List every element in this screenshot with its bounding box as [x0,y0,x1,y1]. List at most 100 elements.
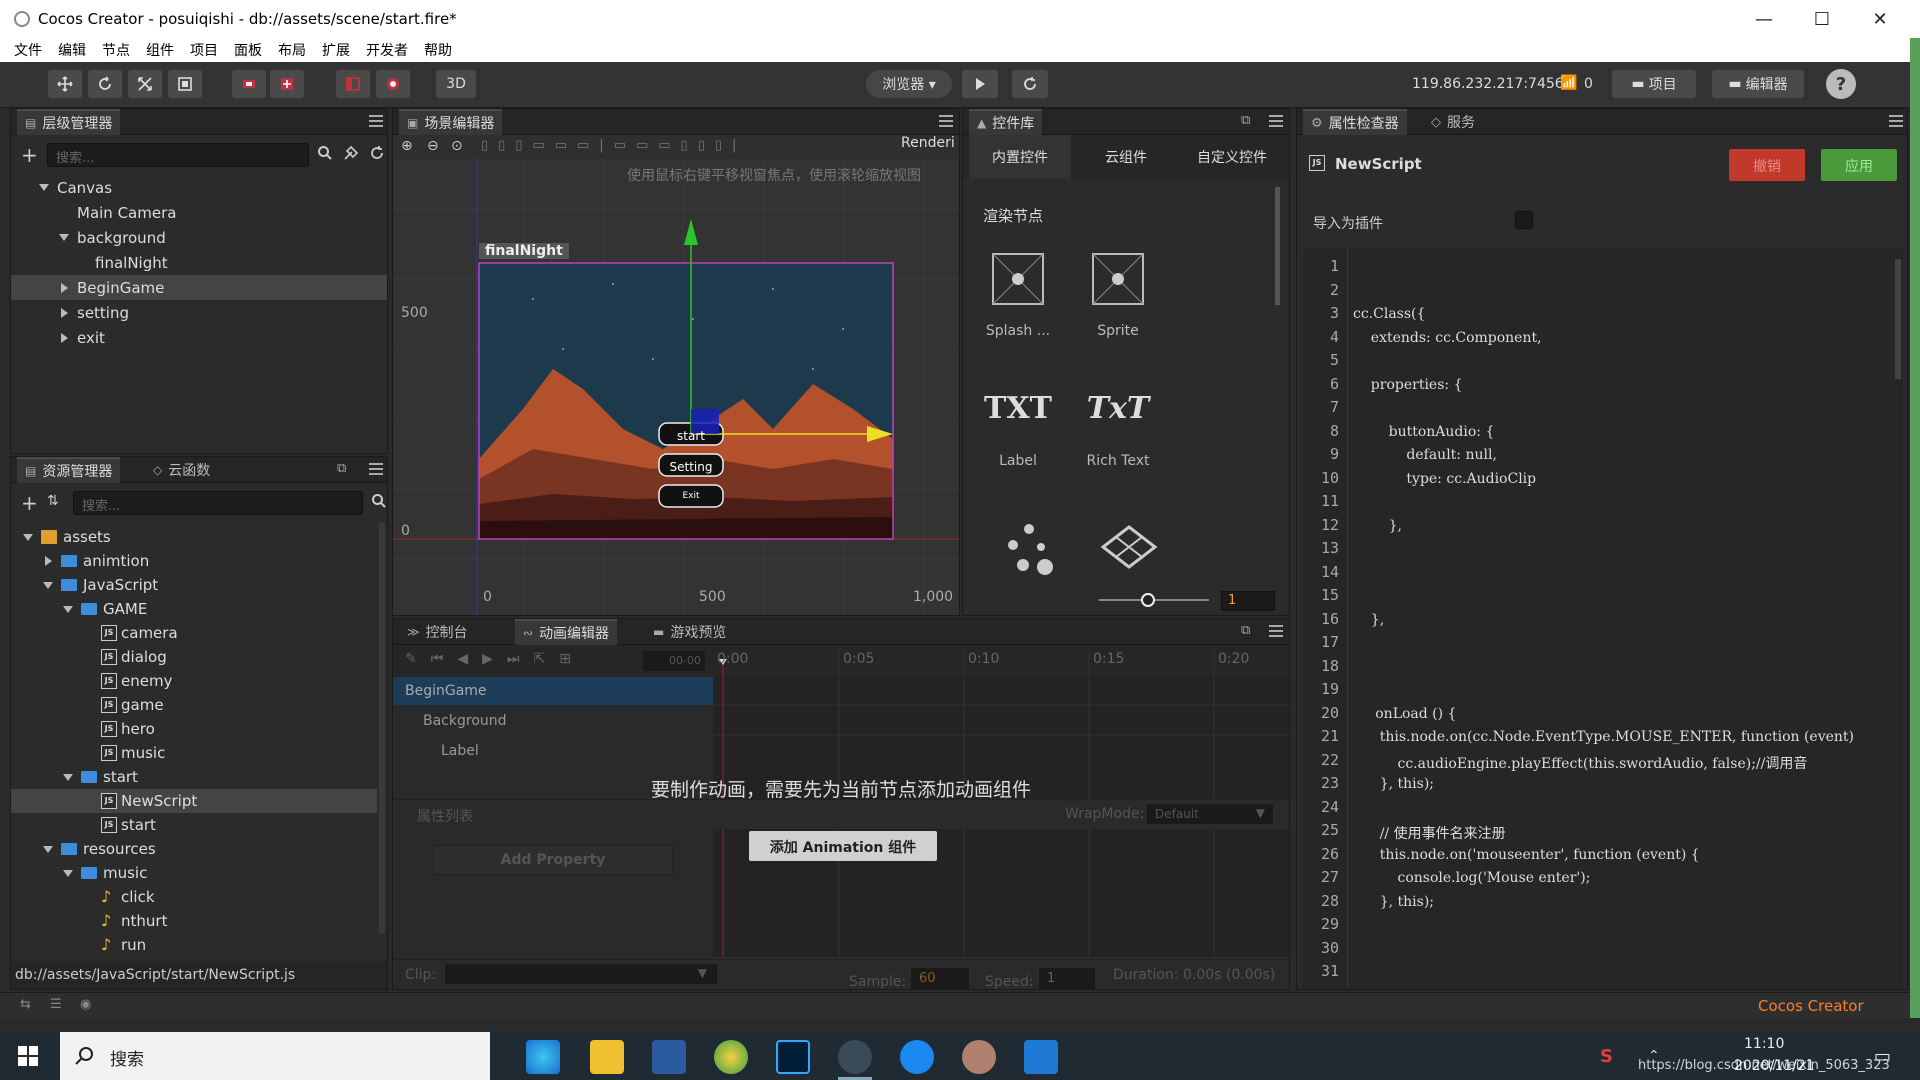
asset-item[interactable]: JS camera [11,621,377,645]
tab-hierarchy[interactable]: ▤ 层级管理器 [17,109,121,135]
menu-extension[interactable]: 扩展 [322,40,350,60]
tiledmap-icon[interactable] [1099,523,1159,573]
tab-custom[interactable]: 自定义控件 [1181,135,1283,179]
zoom-slider-thumb[interactable] [1141,593,1155,607]
expand-icon[interactable] [63,773,73,781]
sort-icon[interactable]: ⇅ [47,493,59,509]
maximize-button[interactable]: ☐ [1793,0,1851,38]
eye-icon[interactable]: ◉ [80,997,91,1012]
tab-builtin[interactable]: 内置控件 [969,135,1071,179]
add-asset-icon[interactable]: + [21,491,38,515]
tab-cloud-components[interactable]: 云组件 [1075,135,1177,179]
exit-button-preview[interactable]: Exit [659,491,723,501]
help-button[interactable]: ? [1826,69,1856,99]
asset-item[interactable]: JS hero [11,717,377,741]
tree-node-exit[interactable]: exit [11,325,387,350]
sogou-icon[interactable]: S [1600,1046,1613,1067]
menu-panel[interactable]: 面板 [234,40,262,60]
gizmo-toggle-button[interactable] [376,70,410,98]
collapsed-icon[interactable] [61,307,68,318]
open-editor-button[interactable]: ▬ 编辑器 [1712,70,1804,98]
scale-tool-button[interactable] [128,70,162,98]
time-input[interactable]: 00-00 [643,651,705,671]
revert-button[interactable]: 撤销 [1729,149,1805,181]
asset-item[interactable]: music [11,861,377,885]
asset-item[interactable]: JS music [11,741,377,765]
scene-viewport[interactable] [393,159,959,615]
snap-toggle-button[interactable] [336,70,370,98]
asset-item[interactable]: JavaScript [11,573,377,597]
collapsed-icon[interactable] [61,332,68,343]
cocos-icon[interactable] [838,1040,872,1074]
windows-start-icon[interactable] [18,1046,38,1066]
tab-inspector[interactable]: ⚙ 属性检查器 [1303,109,1407,135]
mode-3d-button[interactable]: 3D [436,70,476,98]
zoom-out-icon[interactable]: ⊖ [427,138,439,154]
wrapmode-select[interactable]: Default ▼ [1147,804,1273,824]
render-mode-select[interactable]: Renderi [901,135,955,151]
asset-item[interactable]: GAME [11,597,377,621]
panel-menu-icon[interactable] [1269,625,1283,637]
notification-icon[interactable]: ▭ [1874,1046,1891,1067]
expand-icon[interactable] [63,605,73,613]
pivot-toggle-button[interactable] [232,70,266,98]
search-icon[interactable] [317,145,333,165]
menu-project[interactable]: 项目 [190,40,218,60]
play-button[interactable] [962,70,998,98]
expand-icon[interactable] [43,581,53,589]
rect-tool-button[interactable] [168,70,202,98]
expand-icon[interactable] [23,533,33,541]
tree-node-main-camera[interactable]: Main Camera [11,200,387,225]
tab-widgets[interactable]: ▲ 控件库 [969,109,1043,135]
zoom-value-input[interactable]: 1 [1221,591,1275,611]
minimize-button[interactable]: — [1735,0,1793,38]
asset-item[interactable]: start [11,765,377,789]
tree-node-canvas[interactable]: Canvas [11,175,387,200]
tab-assets[interactable]: ▤ 资源管理器 [17,457,121,483]
asset-item[interactable]: resources [11,837,377,861]
close-button[interactable]: ✕ [1851,0,1909,38]
add-animation-button[interactable]: 添加 Animation 组件 [749,831,937,861]
popout-icon[interactable]: ⧉ [1241,623,1250,638]
asset-item[interactable]: JS enemy [11,669,377,693]
anim-controls-icons[interactable]: ✎⏮◀▶⏭⇱⊞ [405,651,585,667]
tree-node-setting[interactable]: setting [11,300,387,325]
refresh-button[interactable] [1012,70,1048,98]
asset-item[interactable]: ♪ nthurt [11,909,377,933]
asset-item[interactable]: animtion [11,549,377,573]
asset-item[interactable]: assets [11,525,377,549]
menu-edit[interactable]: 编辑 [58,40,86,60]
widget-label[interactable]: TXT Label [983,391,1053,501]
qq-browser-icon[interactable] [900,1040,934,1074]
expand-icon[interactable] [39,184,49,191]
zoom-reset-icon[interactable]: ⊙ [451,138,463,154]
widget-sprite[interactable]: Sprite [1083,251,1153,361]
search-icon[interactable] [371,493,387,513]
local-toggle-button[interactable] [270,70,304,98]
expand-icon[interactable] [59,234,69,241]
add-node-icon[interactable]: + [21,143,38,167]
panel-menu-icon[interactable] [939,115,953,127]
asset-item[interactable]: JS game [11,693,377,717]
menu-help[interactable]: 帮助 [424,40,452,60]
anim-node-begingame[interactable]: BeginGame [393,677,713,705]
menu-file[interactable]: 文件 [14,40,42,60]
refresh-icon[interactable] [369,145,385,165]
tree-node-begingame[interactable]: BeginGame [11,275,387,300]
asset-item[interactable]: JS dialog [11,645,377,669]
asset-item[interactable]: JS start [11,813,377,837]
edge-icon[interactable] [526,1040,560,1074]
import-plugin-checkbox[interactable] [1515,211,1533,229]
popout-icon[interactable]: ⧉ [337,461,346,476]
widget-scrollbar[interactable] [1275,187,1280,305]
menu-node[interactable]: 节点 [102,40,130,60]
move-tool-button[interactable] [48,70,82,98]
collapsed-icon[interactable] [61,282,68,293]
file-explorer-icon[interactable] [590,1040,624,1074]
anim-node-label[interactable]: Label [393,735,713,765]
code-scrollbar[interactable] [1895,259,1901,379]
assets-scrollbar[interactable] [379,523,385,933]
tab-console[interactable]: ≫ 控制台 [399,619,476,645]
browser-select[interactable]: 浏览器 ▾ [866,70,952,98]
panel-menu-icon[interactable] [369,463,383,475]
